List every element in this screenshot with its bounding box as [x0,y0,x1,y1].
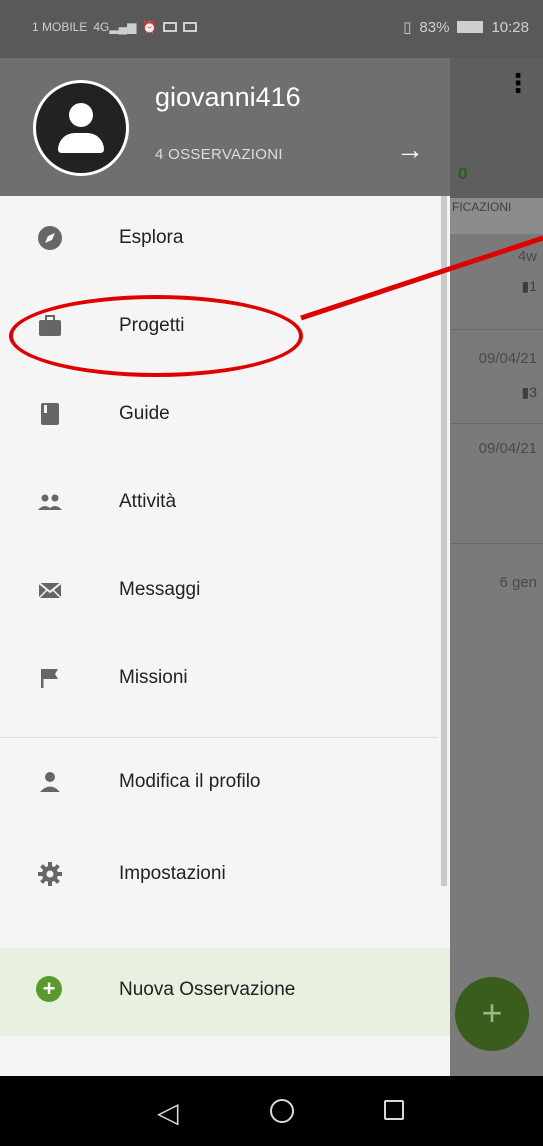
annotation-arrow-line [300,235,543,321]
back-icon[interactable]: ◁ [157,1096,179,1129]
system-nav-bar: ◁ [0,1076,543,1146]
home-icon[interactable] [270,1099,294,1123]
recent-apps-icon[interactable] [384,1100,404,1120]
